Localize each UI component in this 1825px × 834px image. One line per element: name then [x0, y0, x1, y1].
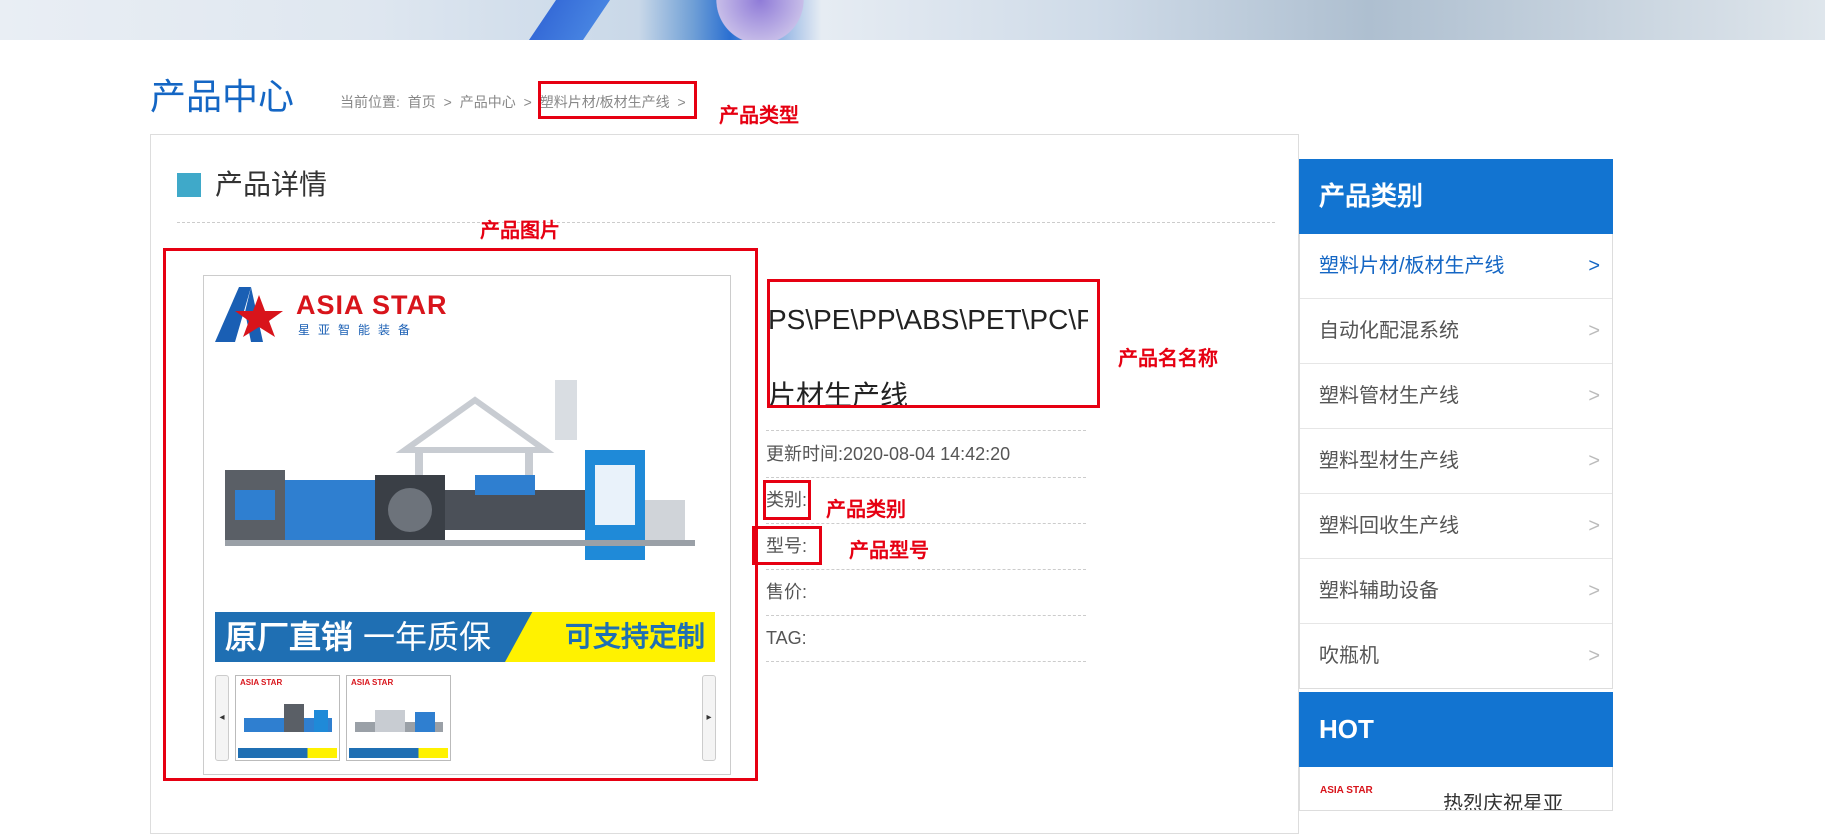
update-time: 更新时间:2020-08-04 14:42:20: [766, 430, 1086, 478]
chevron-right-icon: >: [1588, 515, 1600, 537]
sidebar-item-auxiliary[interactable]: 塑料辅助设备 >: [1300, 558, 1612, 623]
category-row: 类别:: [766, 477, 1086, 524]
annotation-product-model: 产品型号: [849, 538, 929, 562]
section-square-icon: [177, 173, 201, 197]
annotation-box-name: [767, 279, 1100, 408]
hot-item[interactable]: ASIA STAR 热烈庆祝星亚: [1299, 767, 1613, 811]
sidebar-title: 产品类别: [1299, 159, 1613, 234]
annotation-box-model: [752, 526, 822, 565]
breadcrumb-prefix: 当前位置:: [340, 94, 400, 110]
page-title: 产品中心: [150, 76, 295, 117]
sidebar-item-pipe-line[interactable]: 塑料管材生产线 >: [1300, 363, 1612, 428]
sidebar-item-recycling[interactable]: 塑料回收生产线 >: [1300, 493, 1612, 558]
hot-title: HOT: [1299, 692, 1613, 767]
breadcrumb-sep: >: [523, 94, 532, 110]
chevron-right-icon: >: [1588, 580, 1600, 602]
sidebar-item-blow-molding[interactable]: 吹瓶机 >: [1300, 623, 1612, 688]
chevron-right-icon: >: [1588, 645, 1600, 667]
annotation-box-image: [163, 248, 758, 781]
hot-item-logo: ASIA STAR: [1320, 785, 1373, 796]
annotation-product-type: 产品类型: [719, 103, 799, 127]
breadcrumb-home[interactable]: 首页: [408, 94, 436, 110]
banner-graphic: [529, 0, 610, 40]
annotation-product-image: 产品图片: [480, 218, 560, 242]
chevron-right-icon: >: [1588, 320, 1600, 342]
sidebar-item-label: 吹瓶机: [1319, 645, 1379, 667]
breadcrumb-products[interactable]: 产品中心: [460, 94, 516, 110]
annotation-box-type: [538, 81, 697, 119]
sidebar-item-sheet-line[interactable]: 塑料片材/板材生产线 >: [1300, 234, 1612, 298]
sidebar-item-compounding[interactable]: 自动化配混系统 >: [1300, 298, 1612, 363]
category-sidebar: 产品类别 塑料片材/板材生产线 > 自动化配混系统 > 塑料管材生产线 > 塑料型材生…: [1299, 159, 1613, 689]
sidebar-item-label: 塑料回收生产线: [1319, 515, 1459, 537]
breadcrumb-sep: >: [443, 94, 452, 110]
sidebar-item-label: 塑料辅助设备: [1319, 580, 1439, 602]
chevron-right-icon: >: [1588, 385, 1600, 407]
banner-graphic: [700, 0, 820, 40]
annotation-product-name: 产品名名称: [1118, 346, 1218, 370]
sidebar-list: 塑料片材/板材生产线 > 自动化配混系统 > 塑料管材生产线 > 塑料型材生产线 > 塑…: [1299, 234, 1613, 689]
top-banner: [0, 0, 1825, 40]
sidebar-item-profile-line[interactable]: 塑料型材生产线 >: [1300, 428, 1612, 493]
chevron-right-icon: >: [1588, 450, 1600, 472]
annotation-product-category: 产品类别: [826, 497, 906, 521]
chevron-right-icon: >: [1588, 255, 1600, 277]
hot-item-title[interactable]: 热烈庆祝星亚: [1443, 787, 1563, 810]
sidebar-item-label: 塑料型材生产线: [1319, 450, 1459, 472]
divider: [177, 222, 1275, 223]
price-row: 售价:: [766, 569, 1086, 616]
annotation-box-category: [763, 480, 811, 520]
sidebar-item-label: 塑料片材/板材生产线: [1319, 255, 1505, 277]
sidebar-item-label: 自动化配混系统: [1319, 320, 1459, 342]
sidebar-item-label: 塑料管材生产线: [1319, 385, 1459, 407]
tag-row: TAG:: [766, 615, 1086, 662]
section-title: 产品详情: [215, 169, 328, 200]
section-heading: 产品详情: [177, 163, 327, 203]
